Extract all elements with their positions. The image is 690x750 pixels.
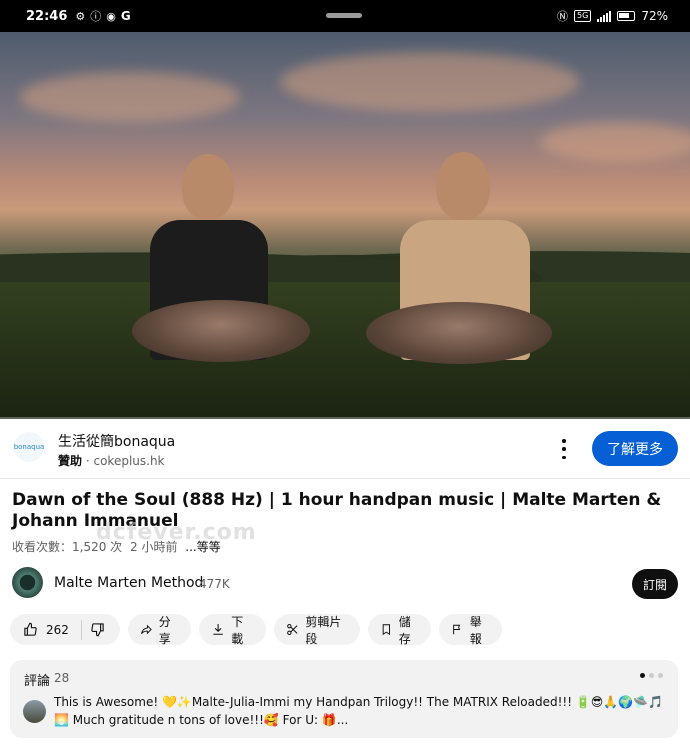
battery-icon (617, 11, 636, 21)
nfc-icon: Ⓝ (557, 10, 569, 23)
ad-logo-text: bonaqua (13, 443, 45, 451)
status-right-icons: Ⓝ 5G 72% (557, 8, 668, 24)
subscriber-count: 477K (199, 577, 230, 591)
status-bar: 22:46 ⚙ ⓘ ◉ G Ⓝ 5G 72% (0, 0, 690, 32)
status-time: 22:46 (26, 8, 68, 24)
comments-count: 28 (54, 671, 70, 685)
save-label: 儲存 (398, 614, 411, 646)
share-label: 分享 (158, 614, 171, 646)
google-g-icon: G (120, 9, 131, 23)
musician-right-head (436, 152, 490, 220)
dislike-button[interactable] (90, 622, 105, 637)
save-button[interactable]: 儲存 (368, 614, 431, 646)
share-icon (141, 624, 152, 635)
musician-left-head (182, 154, 234, 220)
thumbs-up-icon (24, 622, 37, 636)
status-left-icons: ⚙ ⓘ ◉ G (75, 8, 130, 24)
cloud (20, 72, 240, 122)
handpan-left (132, 300, 310, 362)
grass (0, 282, 690, 419)
battery-percent: 72% (641, 9, 668, 23)
download-icon (213, 624, 223, 635)
share-button[interactable]: 分享 (128, 614, 191, 646)
like-dislike-group: 262 (10, 614, 120, 645)
signal-icon (597, 10, 612, 22)
pager-dots (640, 673, 663, 678)
cloud (540, 122, 690, 162)
gear-icon: ⚙ (75, 9, 86, 23)
sponsored-label: 贊助 (58, 454, 83, 468)
clip-label: 剪輯片段 (305, 614, 342, 646)
bookmark-icon (382, 624, 390, 636)
ad-subtitle: 贊助 · cokeplus.hk (58, 452, 165, 469)
network-type-icon: 5G (574, 10, 592, 22)
handpan-right (366, 302, 552, 364)
ad-logo: bonaqua (14, 432, 44, 462)
download-label: 下載 (231, 614, 244, 646)
learn-more-button[interactable]: 了解更多 (592, 431, 678, 466)
report-button[interactable]: 舉報 (439, 614, 502, 646)
video-player[interactable] (0, 32, 690, 419)
app-icon: ◉ (106, 9, 116, 23)
comments-preview[interactable]: 評論 28 This is Awesome! 💛✨Malte-Julia-Imm… (10, 660, 678, 738)
ad-domain: cokeplus.hk (93, 454, 165, 468)
top-comment-text: This is Awesome! 💛✨Malte-Julia-Immi my H… (54, 695, 664, 727)
like-divider (80, 619, 82, 640)
ad-title[interactable]: 生活從簡bonaqua (58, 431, 175, 451)
scissors-icon (287, 624, 298, 635)
like-count: 262 (46, 622, 69, 637)
download-button[interactable]: 下載 (199, 614, 266, 646)
report-label: 舉報 (469, 614, 482, 646)
more-options-icon[interactable] (556, 439, 572, 459)
subscribe-button[interactable]: 訂閱 (632, 569, 678, 599)
cloud (280, 52, 580, 112)
commenter-avatar (23, 700, 46, 723)
channel-avatar[interactable] (12, 567, 43, 598)
view-count: 收看次數：1,520 次 (12, 540, 123, 554)
thumbs-down-icon (91, 623, 104, 637)
more-description-link[interactable]: ...等等 (185, 540, 220, 554)
upload-age: 2 小時前 (130, 540, 178, 554)
channel-name[interactable]: Malte Marten Method (54, 575, 203, 591)
comments-title: 評論 (24, 674, 51, 689)
flag-icon (453, 624, 461, 635)
info-icon: ⓘ (90, 10, 102, 23)
sponsored-ad[interactable]: bonaqua 生活從簡bonaqua 贊助 · cokeplus.hk 了解更… (0, 419, 690, 479)
notch-pill (326, 13, 362, 18)
clip-button[interactable]: 剪輯片段 (274, 614, 360, 646)
like-button[interactable]: 262 (23, 622, 69, 637)
video-meta[interactable]: 收看次數：1,520 次 2 小時前 ...等等 (12, 538, 221, 555)
